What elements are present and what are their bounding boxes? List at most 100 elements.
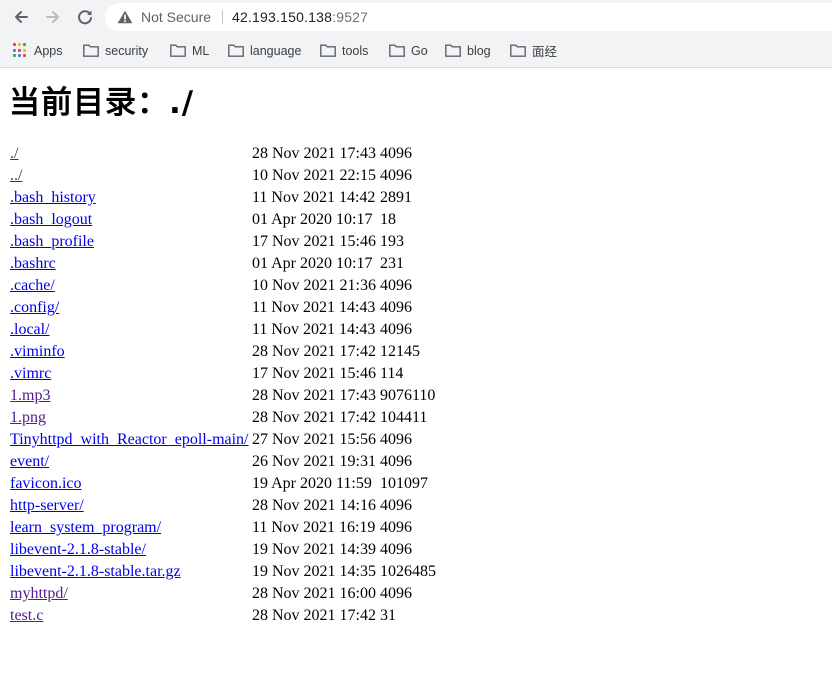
bookmark-folder-tools[interactable]: tools: [320, 34, 368, 67]
file-size: 4096: [380, 585, 412, 602]
folder-icon: [510, 44, 526, 57]
file-date: 28 Nov 2021 17:42: [252, 343, 376, 360]
address-bar[interactable]: Not Secure 42.193.150.138:9527: [105, 3, 832, 31]
file-size: 12145: [380, 343, 420, 360]
file-link[interactable]: .bash_profile: [10, 231, 94, 253]
file-date: 28 Nov 2021 17:42: [252, 607, 376, 624]
back-button[interactable]: [11, 7, 31, 27]
file-link[interactable]: .bash_history: [10, 187, 96, 209]
file-size: 193: [380, 233, 404, 250]
file-date: 17 Nov 2021 15:46: [252, 233, 376, 250]
file-date: 19 Nov 2021 14:39: [252, 541, 376, 558]
reload-icon: [78, 10, 92, 25]
file-size: 1026485: [380, 563, 436, 580]
file-link[interactable]: learn_system_program/: [10, 517, 161, 539]
file-link[interactable]: .local/: [10, 319, 50, 341]
bookmark-label: Apps: [34, 43, 63, 58]
bookmark-folder-ml[interactable]: ML: [170, 34, 209, 67]
file-date: 27 Nov 2021 15:56: [252, 431, 376, 448]
file-size: 114: [380, 365, 404, 382]
url-host: 42.193.150.138: [232, 9, 333, 25]
file-size: 4096: [380, 497, 412, 514]
bookmark-folder-language[interactable]: language: [228, 34, 301, 67]
file-size: 4096: [380, 277, 412, 294]
folder-icon: [320, 44, 336, 57]
file-size: 231: [380, 255, 404, 272]
bookmarks-bar: Apps security ML language tools Go blog …: [0, 34, 832, 68]
file-link[interactable]: event/: [10, 451, 49, 473]
file-date: 19 Nov 2021 14:35: [252, 563, 376, 580]
file-link[interactable]: libevent-2.1.8-stable/: [10, 539, 146, 561]
bookmark-label: tools: [342, 43, 369, 58]
file-link[interactable]: Tinyhttpd_with_Reactor_epoll-main/: [10, 429, 249, 451]
bookmark-folder-security[interactable]: security: [83, 34, 148, 67]
file-link[interactable]: 1.png: [10, 407, 46, 429]
file-link[interactable]: ../: [10, 165, 22, 187]
folder-icon: [445, 44, 461, 57]
file-size: 4096: [380, 321, 412, 338]
folder-icon: [228, 44, 244, 57]
file-link[interactable]: .cache/: [10, 275, 55, 297]
file-date: 28 Nov 2021 16:00: [252, 585, 376, 602]
file-date: 10 Nov 2021 21:36: [252, 277, 376, 294]
apps-grid-icon: [13, 43, 28, 58]
bookmark-folder-blog[interactable]: blog: [445, 34, 491, 67]
file-date: 11 Nov 2021 14:43: [252, 321, 376, 338]
file-link[interactable]: .bashrc: [10, 253, 56, 275]
file-link[interactable]: http-server/: [10, 495, 84, 517]
file-size: 4096: [380, 519, 412, 536]
bookmark-label: security: [105, 43, 149, 58]
forward-arrow-icon: [46, 11, 59, 23]
file-date: 28 Nov 2021 17:43: [252, 387, 376, 404]
file-date: 17 Nov 2021 15:46: [252, 365, 376, 382]
forward-button[interactable]: [43, 7, 63, 27]
folder-icon: [83, 44, 99, 57]
folder-icon: [389, 44, 405, 57]
file-link[interactable]: .vimrc: [10, 363, 51, 385]
file-size: 31: [380, 607, 396, 624]
bookmark-label: 面经: [532, 45, 558, 59]
file-size: 2891: [380, 189, 412, 206]
bookmark-folder-go[interactable]: Go: [389, 34, 428, 67]
file-link[interactable]: test.c: [10, 605, 43, 627]
bookmark-folder-mianjing[interactable]: 面经: [510, 34, 557, 67]
file-date: 26 Nov 2021 19:31: [252, 453, 376, 470]
url-text[interactable]: 42.193.150.138:9527: [232, 3, 368, 31]
browser-toolbar: Not Secure 42.193.150.138:9527: [0, 0, 832, 34]
file-size: 4096: [380, 167, 412, 184]
file-size: 4096: [380, 453, 412, 470]
file-size: 101097: [380, 475, 428, 492]
file-link[interactable]: ./: [10, 143, 18, 165]
file-date: 28 Nov 2021 17:42: [252, 409, 376, 426]
warning-icon: [117, 10, 133, 24]
page-title: 当前目录：./: [9, 85, 195, 121]
reload-button[interactable]: [75, 7, 95, 27]
file-date: 19 Apr 2020 11:59: [252, 475, 372, 492]
file-size: 9076110: [380, 387, 436, 404]
file-link[interactable]: myhttpd/: [10, 583, 68, 605]
folder-icon: [170, 44, 186, 57]
file-date: 01 Apr 2020 10:17: [252, 211, 373, 228]
security-status-label[interactable]: Not Secure: [141, 3, 211, 31]
file-link[interactable]: favicon.ico: [10, 473, 82, 495]
file-size: 4096: [380, 431, 412, 448]
file-size: 4096: [380, 145, 412, 162]
file-link[interactable]: .config/: [10, 297, 59, 319]
file-date: 10 Nov 2021 22:15: [252, 167, 376, 184]
file-size: 104411: [380, 409, 428, 426]
back-arrow-icon: [15, 11, 28, 23]
file-link[interactable]: .viminfo: [10, 341, 65, 363]
file-date: 11 Nov 2021 14:43: [252, 299, 376, 316]
file-size: 4096: [380, 299, 412, 316]
file-link[interactable]: libevent-2.1.8-stable.tar.gz: [10, 561, 181, 583]
bookmark-label: ML: [192, 43, 210, 58]
bookmark-apps[interactable]: Apps: [13, 34, 63, 67]
file-link[interactable]: 1.mp3: [10, 385, 50, 407]
file-date: 11 Nov 2021 16:19: [252, 519, 376, 536]
file-date: 28 Nov 2021 17:43: [252, 145, 376, 162]
address-bar-divider: [222, 10, 223, 24]
file-size: 4096: [380, 541, 412, 558]
bookmark-label: blog: [467, 43, 491, 58]
file-link[interactable]: .bash_logout: [10, 209, 92, 231]
file-date: 11 Nov 2021 14:42: [252, 189, 376, 206]
